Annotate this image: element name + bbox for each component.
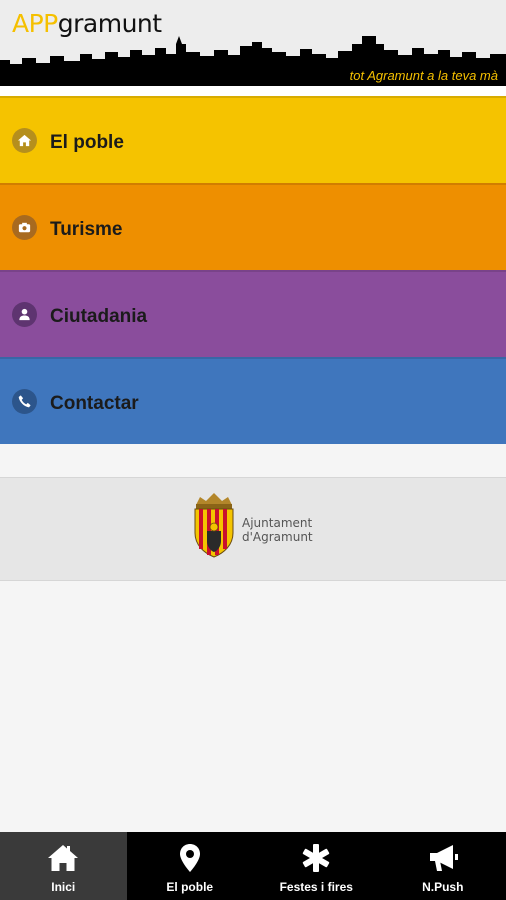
- home-icon: [12, 128, 37, 153]
- app-header: APPgramunt tot Agramunt a la teva mà: [0, 0, 506, 86]
- ajuntament-logo[interactable]: Ajuntament d'Agramunt: [192, 491, 332, 561]
- logo-line-2: d'Agramunt: [242, 530, 313, 544]
- tab-label: El poble: [166, 880, 214, 894]
- menu-item-label: Turisme: [50, 219, 123, 240]
- logo-line-1: Ajuntament: [242, 516, 313, 530]
- bottom-tab-bar: Inici El poble Festes i fires N.Push: [0, 832, 506, 900]
- menu-item-ciutadania[interactable]: Ciutadania: [0, 270, 506, 357]
- asterisk-icon: [302, 844, 330, 872]
- menu-item-contactar[interactable]: Contactar: [0, 357, 506, 444]
- megaphone-icon: [429, 845, 458, 871]
- home-icon: [48, 845, 79, 871]
- tab-festes-i-fires[interactable]: Festes i fires: [253, 832, 380, 900]
- tab-n-push[interactable]: N.Push: [380, 832, 506, 900]
- tab-label: Inici: [51, 880, 76, 894]
- coat-of-arms-icon: [194, 493, 234, 558]
- map-pin-icon: [179, 844, 200, 872]
- main-menu: El poble Turisme Ciutadania Contactar: [0, 96, 506, 444]
- ajuntament-name: Ajuntament d'Agramunt: [242, 516, 313, 544]
- tab-el-poble[interactable]: El poble: [127, 832, 254, 900]
- menu-item-label: Ciutadania: [50, 306, 148, 327]
- person-icon: [12, 302, 37, 327]
- menu-item-label: El poble: [50, 132, 124, 153]
- tab-inici[interactable]: Inici: [0, 832, 127, 900]
- municipality-logo-band: Ajuntament d'Agramunt: [0, 477, 506, 581]
- menu-item-label: Contactar: [50, 393, 139, 414]
- menu-item-el-poble[interactable]: El poble: [0, 96, 506, 183]
- app-tagline: tot Agramunt a la teva mà: [349, 68, 498, 83]
- phone-icon: [12, 389, 37, 414]
- header-divider: [0, 86, 506, 96]
- menu-item-turisme[interactable]: Turisme: [0, 183, 506, 270]
- tab-label: N.Push: [422, 880, 464, 894]
- camera-icon: [12, 215, 37, 240]
- tab-label: Festes i fires: [279, 880, 353, 894]
